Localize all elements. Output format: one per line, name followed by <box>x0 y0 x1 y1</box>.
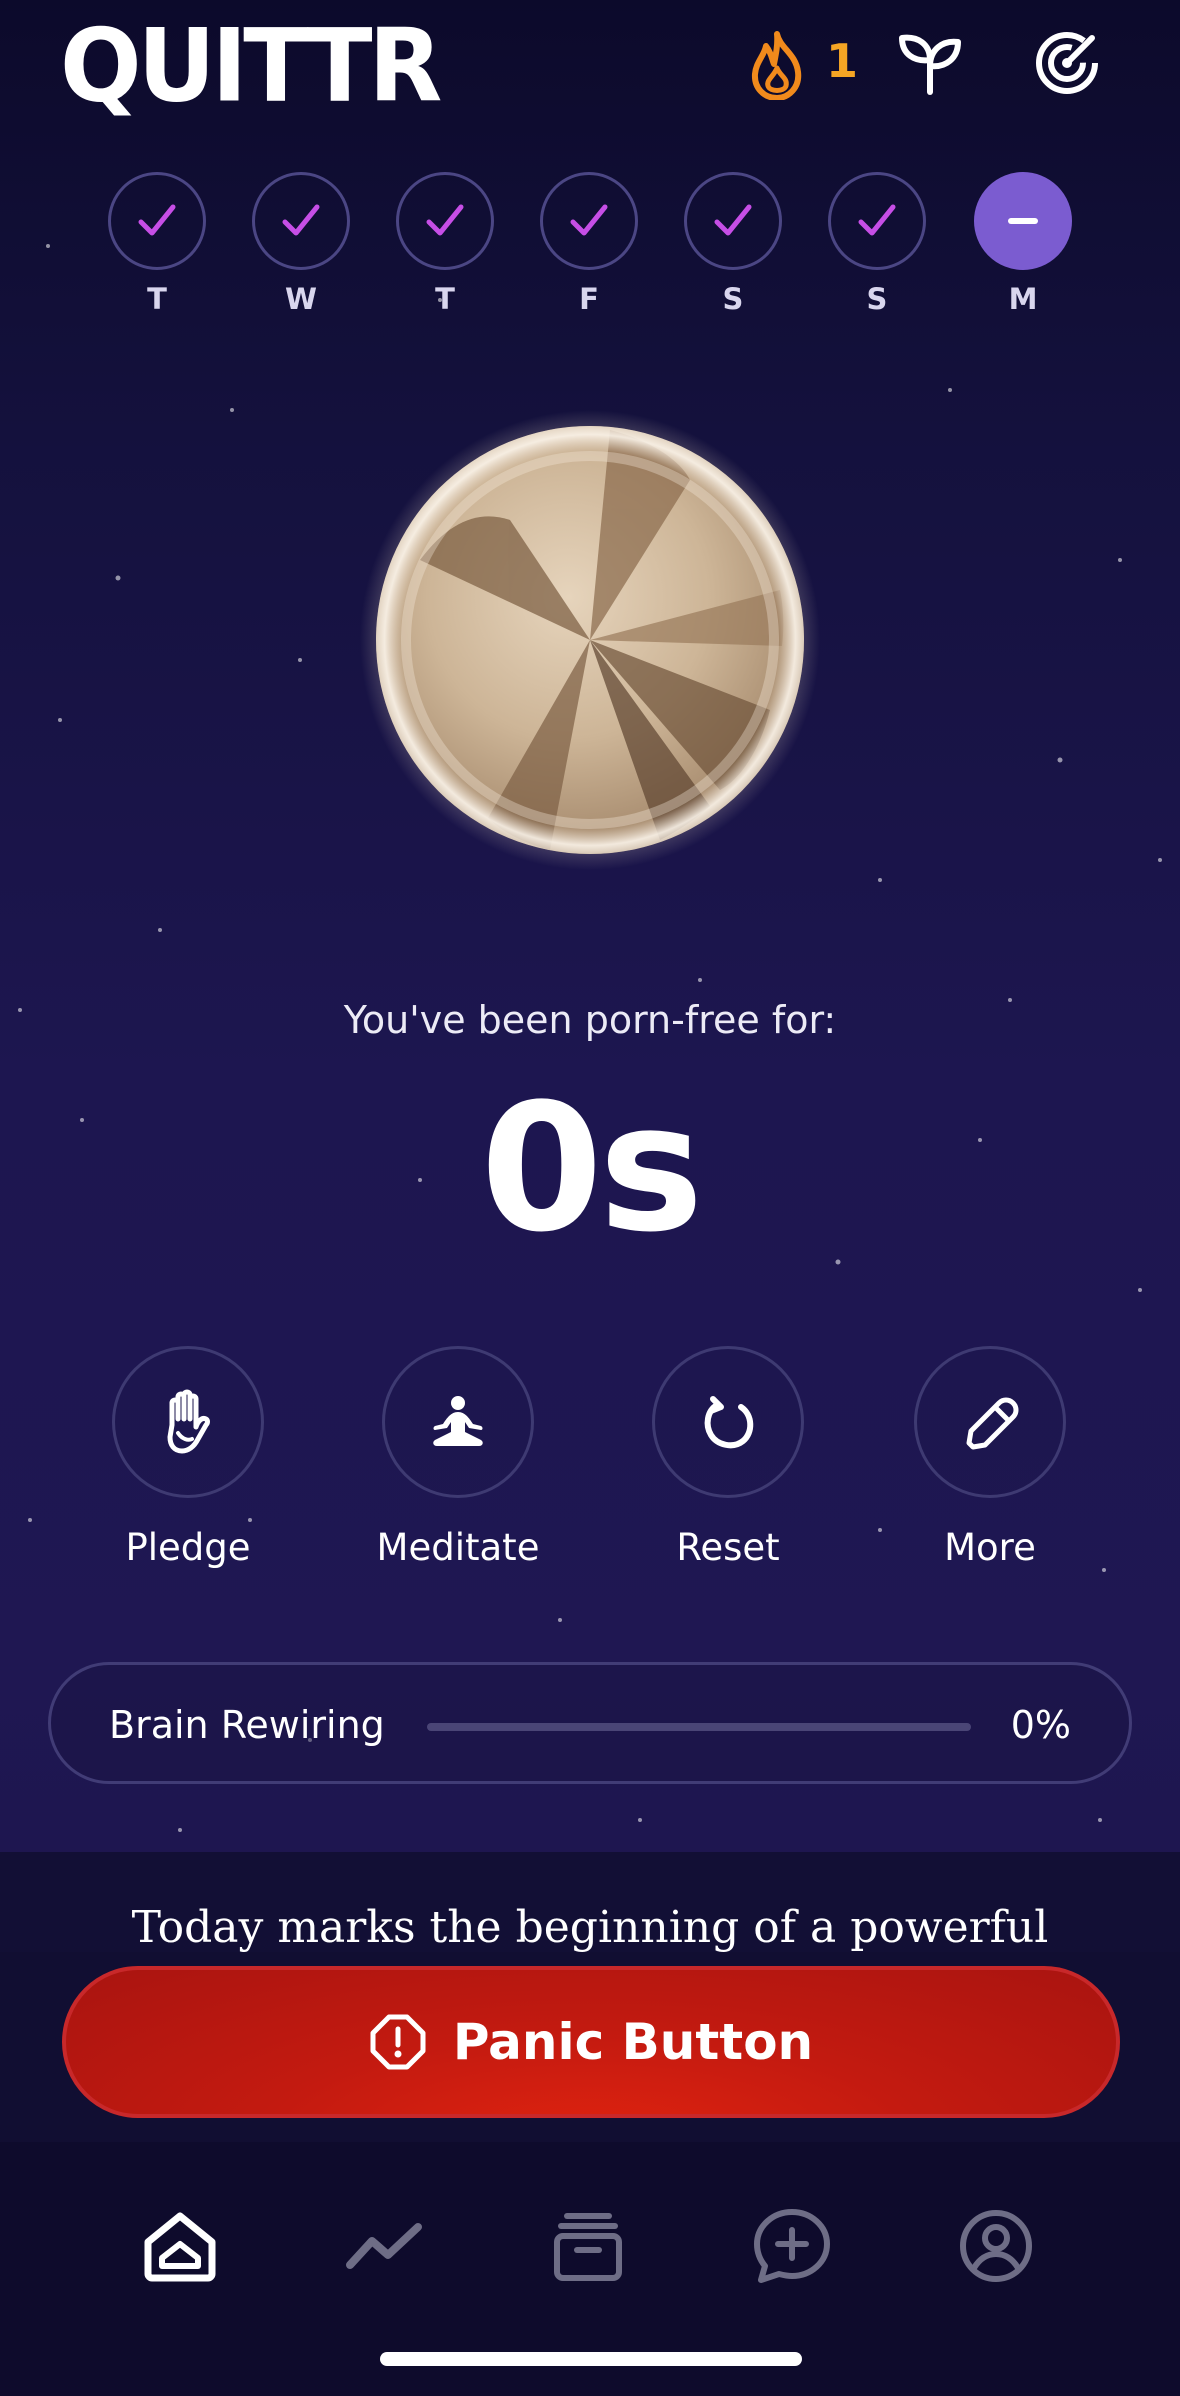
tab-profile[interactable] <box>946 2196 1046 2296</box>
day-item[interactable]: F <box>540 172 638 316</box>
counter-caption: You've been porn-free for: <box>343 998 837 1042</box>
tab-library[interactable] <box>538 2196 638 2296</box>
sprout-icon[interactable] <box>898 30 962 100</box>
day-check-icon <box>396 172 494 270</box>
daily-quote: Today marks the beginning of a powerful <box>0 1852 1180 1952</box>
day-check-icon <box>108 172 206 270</box>
day-item[interactable]: S <box>828 172 926 316</box>
progress-orb[interactable] <box>360 410 820 870</box>
library-icon <box>554 2213 622 2281</box>
panic-label: Panic Button <box>452 2013 814 2071</box>
tab-progress[interactable] <box>334 2196 434 2296</box>
day-check-icon <box>540 172 638 270</box>
meditate-button[interactable]: Meditate <box>348 1346 568 1569</box>
meditate-label: Meditate <box>376 1526 540 1569</box>
target-icon[interactable] <box>1034 30 1100 100</box>
progress-bar <box>427 1723 971 1731</box>
flame-icon[interactable] <box>742 30 812 104</box>
progress-label: Brain Rewiring <box>109 1703 385 1747</box>
day-item[interactable]: T <box>396 172 494 316</box>
week-tracker: T W T F S S M <box>0 172 1180 322</box>
day-label: T <box>147 282 167 316</box>
tab-chat[interactable] <box>742 2196 842 2296</box>
day-label: M <box>1008 282 1038 316</box>
streak-count: 1 <box>826 34 859 88</box>
alert-icon <box>370 2014 426 2070</box>
day-item-current[interactable]: M <box>974 172 1072 316</box>
reset-icon <box>652 1346 804 1498</box>
home-icon <box>144 2212 216 2282</box>
day-check-icon <box>252 172 350 270</box>
tab-home[interactable] <box>130 2196 230 2296</box>
day-label: T <box>435 282 455 316</box>
chat-add-icon <box>754 2209 830 2283</box>
day-check-icon <box>828 172 926 270</box>
home-screen: QUITTR 1 T W T F S S M You've been porn-… <box>0 0 1180 2396</box>
day-item[interactable]: S <box>684 172 782 316</box>
quote-text: Today marks the beginning of a powerful <box>131 1902 1049 1952</box>
day-item[interactable]: W <box>252 172 350 316</box>
panic-button[interactable]: Panic Button <box>62 1966 1120 2118</box>
app-logo: QUITTR <box>60 7 442 125</box>
progress-percent: 0% <box>1010 1703 1071 1747</box>
chart-icon <box>346 2223 422 2269</box>
profile-icon <box>960 2210 1032 2282</box>
pencil-icon <box>914 1346 1066 1498</box>
day-label: S <box>722 282 744 316</box>
day-label: W <box>285 282 317 316</box>
pledge-label: Pledge <box>125 1526 251 1569</box>
hand-icon <box>112 1346 264 1498</box>
brain-rewiring-card[interactable]: Brain Rewiring 0% <box>48 1662 1132 1784</box>
day-check-icon <box>684 172 782 270</box>
reset-label: Reset <box>676 1526 780 1569</box>
home-indicator[interactable] <box>380 2352 802 2366</box>
day-label: F <box>579 282 599 316</box>
day-minus-icon <box>974 172 1072 270</box>
meditate-icon <box>382 1346 534 1498</box>
reset-button[interactable]: Reset <box>618 1346 838 1569</box>
pledge-button[interactable]: Pledge <box>78 1346 298 1569</box>
more-label: More <box>944 1526 1036 1569</box>
day-label: S <box>866 282 888 316</box>
day-item[interactable]: T <box>108 172 206 316</box>
more-button[interactable]: More <box>880 1346 1100 1569</box>
streak-timer: 0s <box>480 1066 703 1271</box>
